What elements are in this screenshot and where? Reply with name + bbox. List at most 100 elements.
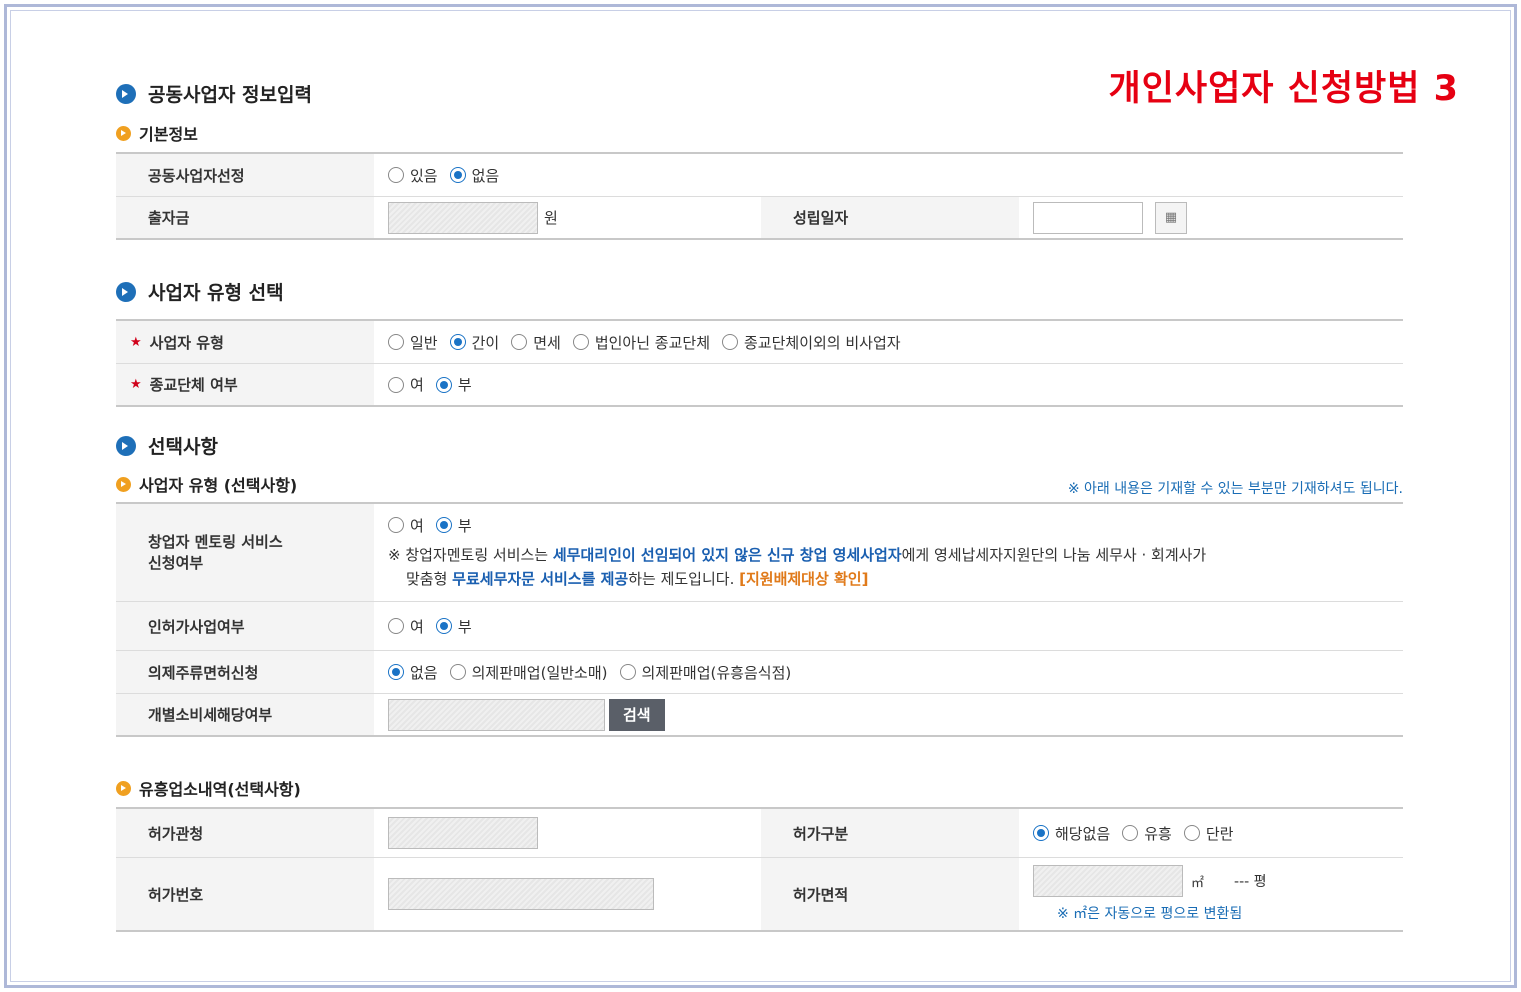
radio-label: 여 — [410, 516, 424, 535]
radio-icon[interactable] — [1183, 825, 1200, 841]
table-row: 인허가사업여부 여 부 — [116, 602, 1403, 651]
radio-label: 없음 — [471, 166, 500, 185]
area-unit: ㎡ — [1191, 875, 1205, 891]
business-type-table: ★ 사업자 유형 일반 간이 면세 법인아닌 종교단체 종교단체이외의 비사업자 … — [116, 319, 1403, 407]
radio-icon[interactable] — [388, 376, 404, 393]
radio-label: 부 — [457, 617, 472, 636]
radio-option-yes[interactable]: 여 — [388, 616, 424, 637]
permit-number-input[interactable] — [388, 878, 654, 910]
desc-text: 에게 영세납세자지원단의 나눔 세무사 · 회계사가 — [901, 545, 1207, 564]
radio-option-non-business[interactable]: 종교단체이외의 비사업자 — [722, 332, 901, 353]
radio-icon-selected[interactable] — [449, 334, 466, 350]
row-label-text: 창업자 멘토링 서비스 — [148, 532, 283, 551]
radio-option-tax-exempt[interactable]: 면세 — [511, 332, 561, 353]
radio-option-entertainment[interactable]: 의제판매업(유흥음식점) — [619, 662, 792, 683]
table-row: ★ 종교단체 여부 여 부 — [116, 364, 1403, 407]
radio-option-simplified[interactable]: 간이 — [449, 332, 500, 353]
establish-date-input[interactable] — [1033, 201, 1143, 234]
radio-option-yes[interactable]: 여 — [388, 515, 424, 536]
joint-select-options: 있음 없음 — [374, 154, 1403, 196]
radio-option-retail[interactable]: 의제판매업(일반소매) — [449, 662, 608, 683]
permit-area-cell: ㎡ --- 평 ※ ㎡은 자동으로 평으로 변환됨 — [1019, 858, 1403, 930]
radio-label: 의제판매업(일반소매) — [471, 663, 608, 682]
license-business-options: 여 부 — [374, 602, 1403, 650]
section-bullet-icon — [116, 83, 136, 104]
optional-table: 창업자 멘토링 서비스 신청여부 여 부 ※ 창업자멘토링 서비스는 세무대리인… — [116, 502, 1403, 737]
desc-text: 맞춤형 — [406, 569, 453, 588]
section-title-business-type: 사업자 유형 선택 — [116, 278, 284, 305]
area-conversion-note: ※ ㎡은 자동으로 평으로 변환됨 — [1057, 906, 1243, 922]
search-button[interactable]: 검색 — [609, 698, 665, 731]
radio-label: 법인아닌 종교단체 — [594, 333, 710, 352]
radio-icon-selected[interactable] — [449, 167, 466, 183]
row-label: 인허가사업여부 — [116, 602, 374, 650]
business-type-options: 일반 간이 면세 법인아닌 종교단체 종교단체이외의 비사업자 — [374, 321, 1403, 363]
radio-icon[interactable] — [388, 618, 404, 634]
radio-option-karaoke[interactable]: 단란 — [1183, 823, 1233, 844]
permit-area-row: ㎡ --- 평 — [1033, 865, 1267, 897]
radio-icon[interactable] — [1122, 825, 1139, 841]
permit-authority-input[interactable] — [388, 817, 538, 849]
section-bullet-icon — [116, 281, 136, 302]
row-label: ★ 종교단체 여부 — [116, 364, 374, 405]
radio-option-no[interactable]: 없음 — [449, 165, 500, 186]
radio-icon-selected[interactable] — [1033, 825, 1049, 841]
required-star-icon: ★ — [130, 334, 142, 350]
radio-option-none[interactable]: 없음 — [388, 662, 438, 683]
radio-icon[interactable] — [572, 334, 589, 350]
radio-icon[interactable] — [511, 334, 528, 350]
radio-option-no[interactable]: 부 — [435, 515, 472, 536]
capital-input[interactable] — [388, 201, 538, 234]
radio-icon[interactable] — [388, 517, 404, 533]
radio-label: 여 — [410, 617, 424, 636]
table-row: 출자금 원 성립일자 ▦ — [116, 197, 1403, 240]
establish-date-cell: ▦ — [1019, 197, 1403, 238]
excise-tax-input[interactable] — [388, 698, 605, 731]
radio-icon[interactable] — [722, 334, 738, 350]
radio-label: 의제판매업(유흥음식점) — [641, 663, 792, 682]
radio-icon[interactable] — [449, 664, 466, 680]
permit-area-input[interactable] — [1033, 865, 1183, 897]
section-title-text: 선택사항 — [148, 436, 218, 458]
subsection-basic-info: 기본정보 — [116, 121, 198, 145]
mentoring-options: 여 부 — [388, 515, 484, 536]
radio-icon-selected[interactable] — [435, 517, 452, 533]
radio-label: 유흥 — [1144, 824, 1172, 843]
desc-text: ※ 창업자멘토링 서비스는 — [388, 545, 553, 564]
radio-icon[interactable] — [388, 167, 404, 183]
calendar-icon[interactable]: ▦ — [1155, 201, 1187, 234]
radio-icon[interactable] — [619, 664, 636, 680]
desc-highlight: 무료세무자문 서비스를 제공 — [452, 569, 629, 588]
radio-option-no[interactable]: 부 — [435, 616, 472, 637]
radio-label: 여 — [410, 376, 424, 394]
radio-label: 종교단체이외의 비사업자 — [744, 333, 901, 352]
desc-highlight: 세무대리인이 선임되어 있지 않은 신규 창업 영세사업자 — [552, 545, 902, 564]
section-bullet-icon — [116, 435, 136, 456]
row-label: 허가관청 — [116, 809, 374, 857]
radio-option-none[interactable]: 해당없음 — [1033, 823, 1110, 844]
exclusion-check-link[interactable]: [지원배제대상 확인] — [739, 570, 868, 588]
row-label-text: 사업자 유형 — [149, 333, 224, 352]
permit-number-cell — [374, 858, 761, 930]
religious-options: 여 부 — [374, 364, 1403, 405]
radio-option-general[interactable]: 일반 — [388, 332, 438, 353]
row-label: 허가구분 — [761, 809, 1019, 857]
pyeong-value: --- 평 — [1234, 874, 1267, 890]
radio-icon[interactable] — [388, 334, 404, 350]
radio-option-no[interactable]: 부 — [435, 374, 472, 395]
radio-icon-selected[interactable] — [435, 376, 452, 393]
desc-text: 하는 제도입니다. — [628, 569, 740, 588]
radio-option-yes[interactable]: 있음 — [388, 165, 438, 186]
radio-option-religious-non-corp[interactable]: 법인아닌 종교단체 — [572, 332, 710, 353]
radio-option-entertainment[interactable]: 유흥 — [1122, 823, 1172, 844]
radio-icon-selected[interactable] — [388, 664, 404, 680]
table-row: ★ 사업자 유형 일반 간이 면세 법인아닌 종교단체 종교단체이외의 비사업자 — [116, 321, 1403, 364]
table-row: 개별소비세해당여부 검색 — [116, 694, 1403, 737]
permit-authority-cell — [374, 809, 761, 857]
radio-option-yes[interactable]: 여 — [388, 374, 424, 395]
row-label: 개별소비세해당여부 — [116, 694, 374, 735]
optional-note: ※ 아래 내용은 기재할 수 있는 부분만 기재하셔도 됩니다. — [1067, 481, 1403, 497]
radio-label: 간이 — [471, 333, 500, 352]
row-label: 허가면적 — [761, 858, 1019, 930]
radio-icon-selected[interactable] — [435, 618, 452, 634]
